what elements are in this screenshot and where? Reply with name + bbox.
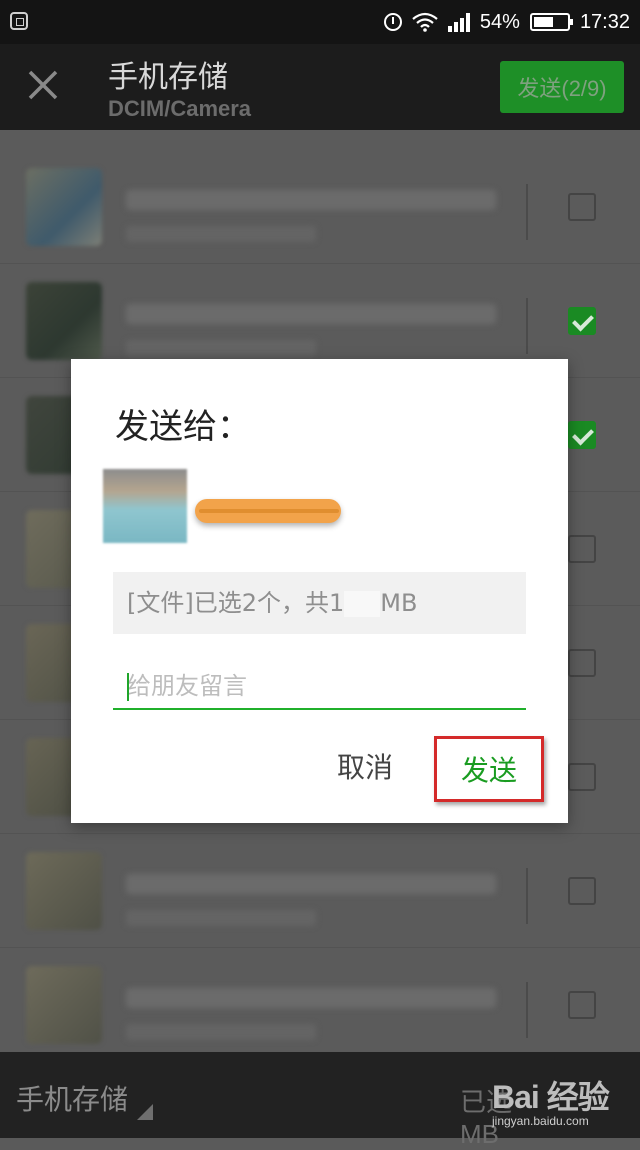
text-cursor (127, 673, 129, 701)
title-bar: 手机存储 DCIM/Camera 发送(2/9) (0, 44, 640, 130)
folder-path: DCIM/Camera (108, 96, 252, 121)
list-item[interactable] (0, 150, 640, 264)
file-meta-blurred (126, 1024, 316, 1040)
select-checkbox[interactable] (568, 991, 596, 1019)
file-name-blurred (126, 988, 496, 1008)
cancel-button[interactable]: 取消 (337, 746, 393, 786)
recipient-avatar (103, 469, 187, 543)
storage-selector[interactable]: 手机存储 (16, 1078, 128, 1118)
send-count-button[interactable]: 发送(2/9) (500, 61, 624, 113)
file-summary-text: [文件]已选2个，共1 (127, 589, 345, 617)
page-title: 手机存储 (108, 60, 228, 95)
status-bar: 54% 17:32 (0, 0, 640, 44)
select-checkbox-checked[interactable] (568, 421, 596, 449)
list-item[interactable] (0, 834, 640, 948)
dialog-title: 发送给： (115, 407, 251, 447)
screenshot-icon (10, 12, 28, 30)
file-meta-blurred (126, 910, 316, 926)
dropdown-triangle-icon (137, 1104, 153, 1120)
row-divider (526, 868, 528, 924)
row-divider (526, 184, 528, 240)
recipient-name-redacted (195, 499, 341, 523)
redaction-mask (344, 591, 381, 617)
select-checkbox[interactable] (568, 763, 596, 791)
signal-icon (447, 12, 470, 32)
list-item[interactable] (0, 948, 640, 1062)
battery-icon (529, 13, 573, 31)
watermark-main: Bai 经验 (492, 1079, 610, 1115)
file-thumbnail (26, 966, 102, 1044)
select-checkbox-checked[interactable] (568, 307, 596, 335)
baidu-watermark: Bai 经验 jingyan.baidu.com (492, 1072, 610, 1128)
file-summary: [文件]已选2个，共1 MB (113, 572, 526, 634)
send-dialog: 发送给： [文件]已选2个，共1 MB 取消 发送 (71, 359, 568, 823)
file-name-blurred (126, 304, 496, 324)
file-name-blurred (126, 874, 496, 894)
file-thumbnail (26, 282, 102, 360)
send-button[interactable]: 发送 (434, 736, 544, 802)
select-checkbox[interactable] (568, 193, 596, 221)
file-name-blurred (126, 190, 496, 210)
select-checkbox[interactable] (568, 877, 596, 905)
alarm-icon (383, 13, 402, 31)
row-divider (526, 298, 528, 354)
clock: 17:32 (579, 10, 630, 33)
wifi-icon (412, 12, 438, 32)
message-input[interactable] (113, 664, 526, 710)
file-size-unit: MB (380, 589, 418, 617)
close-icon[interactable] (22, 64, 66, 108)
select-checkbox[interactable] (568, 535, 596, 563)
file-meta-blurred (126, 340, 316, 356)
select-checkbox[interactable] (568, 649, 596, 677)
file-thumbnail (26, 168, 102, 246)
row-divider (526, 982, 528, 1038)
status-bar-right: 54% 17:32 (383, 0, 630, 44)
battery-percent: 54% (479, 10, 520, 33)
file-meta-blurred (126, 226, 316, 242)
file-thumbnail (26, 852, 102, 930)
bottom-bar: 手机存储 已选MB Bai 经验 jingyan.baidu.com (0, 1052, 640, 1149)
